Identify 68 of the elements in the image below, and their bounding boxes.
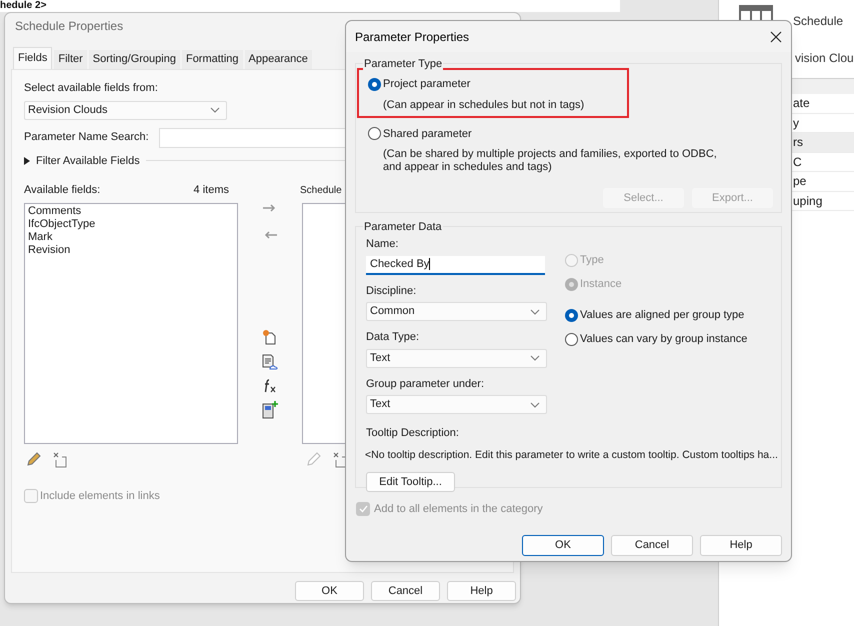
item-count: 4 items: [194, 183, 229, 198]
tab[interactable]: Sorting/Grouping: [88, 50, 180, 69]
list-label: Available fields:: [24, 183, 100, 198]
dropdown[interactable]: Text: [366, 395, 547, 414]
field-label: Group parameter under:: [366, 376, 486, 392]
dialog-button[interactable]: OK: [295, 581, 364, 601]
panel-subtitle: vision Clou: [795, 50, 854, 67]
window-title: Parameter Properties: [355, 28, 470, 46]
radio-label: Shared parameter: [383, 126, 472, 142]
remove-arrow-icon[interactable]: [263, 231, 277, 239]
dropdown[interactable]: Text: [366, 348, 547, 368]
tooltip-text: <No tooltip description. Edit this parameter to write a custom tooltip. Custom tooltips ha...: [365, 448, 779, 462]
view-tab-title[interactable]: hedule 2>: [0, 0, 620, 12]
field-label: Name:: [366, 237, 400, 252]
close-icon[interactable]: [770, 30, 782, 42]
chevron-down-icon: [210, 107, 220, 113]
radio-button[interactable]: [368, 127, 381, 140]
dialog-button[interactable]: Cancel: [611, 534, 693, 556]
list-item[interactable]: Comments: [28, 204, 237, 218]
edit-tooltip-button[interactable]: Edit Tooltip...: [366, 472, 455, 492]
window-title: Schedule Properties: [15, 18, 124, 35]
document-cloud-icon[interactable]: [261, 353, 279, 371]
name-field[interactable]: Checked By: [366, 256, 545, 274]
combine-parameters-icon[interactable]: [262, 401, 278, 419]
group-legend: Parameter Type: [363, 56, 444, 72]
tab[interactable]: Formatting: [182, 50, 243, 69]
radio-label: Instance: [580, 276, 622, 292]
radio-label: Values are aligned per group type: [580, 308, 744, 323]
field-label: Data Type:: [366, 330, 420, 345]
list-item[interactable]: Mark: [28, 230, 237, 244]
collapsed-triangle-icon: [24, 156, 30, 165]
option-description: (Can appear in schedules but not in tags): [383, 98, 584, 112]
radio-button[interactable]: [368, 78, 381, 91]
checkbox-label: Add to all elements in the category: [374, 502, 543, 517]
new-parameter-icon[interactable]: [262, 329, 278, 345]
dialog-button[interactable]: Help: [700, 534, 782, 556]
field-label: Select available fields from:: [24, 81, 158, 96]
radio-label: Project parameter: [383, 77, 470, 92]
field-label: Discipline:: [366, 284, 418, 298]
radio-button[interactable]: [565, 308, 578, 322]
list-label: Schedule: [300, 185, 342, 196]
pencil-icon[interactable]: [26, 452, 41, 467]
dialog-button[interactable]: Help: [447, 581, 516, 601]
add-arrow-icon[interactable]: [263, 204, 277, 212]
option-description: (Can be shared by multiple projects and families, exported to ODBC, and appear in schedules and tags): [383, 148, 718, 174]
tab[interactable]: Appearance: [244, 50, 312, 69]
field-label: Tooltip Description:: [366, 426, 460, 441]
field-label: Parameter Name Search:: [24, 130, 149, 146]
dropdown[interactable]: Revision Clouds: [24, 100, 227, 120]
filter-toggle[interactable]: Filter Available Fields: [24, 152, 140, 169]
radio-label: Type: [580, 252, 604, 268]
panel-title: Schedule: [793, 13, 844, 30]
list-item[interactable]: IfcObjectType: [28, 218, 237, 230]
list-item[interactable]: Revision: [28, 244, 237, 256]
chevron-down-icon: [530, 402, 540, 408]
dialog-button[interactable]: OK: [522, 534, 604, 556]
checkbox-label: Include elements in links: [40, 488, 160, 504]
checkmark-icon: [358, 505, 368, 514]
tab[interactable]: Fields: [13, 47, 52, 69]
formula-icon[interactable]: [263, 379, 277, 393]
dropdown[interactable]: Common: [366, 302, 547, 321]
dialog-button[interactable]: Cancel: [371, 581, 440, 601]
chevron-down-icon: [530, 355, 540, 361]
radio-button[interactable]: [565, 332, 578, 346]
delete-parameter-icon[interactable]: [53, 452, 67, 468]
tab[interactable]: Filter: [54, 50, 87, 69]
radio-label: Values can vary by group instance: [580, 332, 748, 347]
chevron-down-icon: [530, 308, 540, 314]
